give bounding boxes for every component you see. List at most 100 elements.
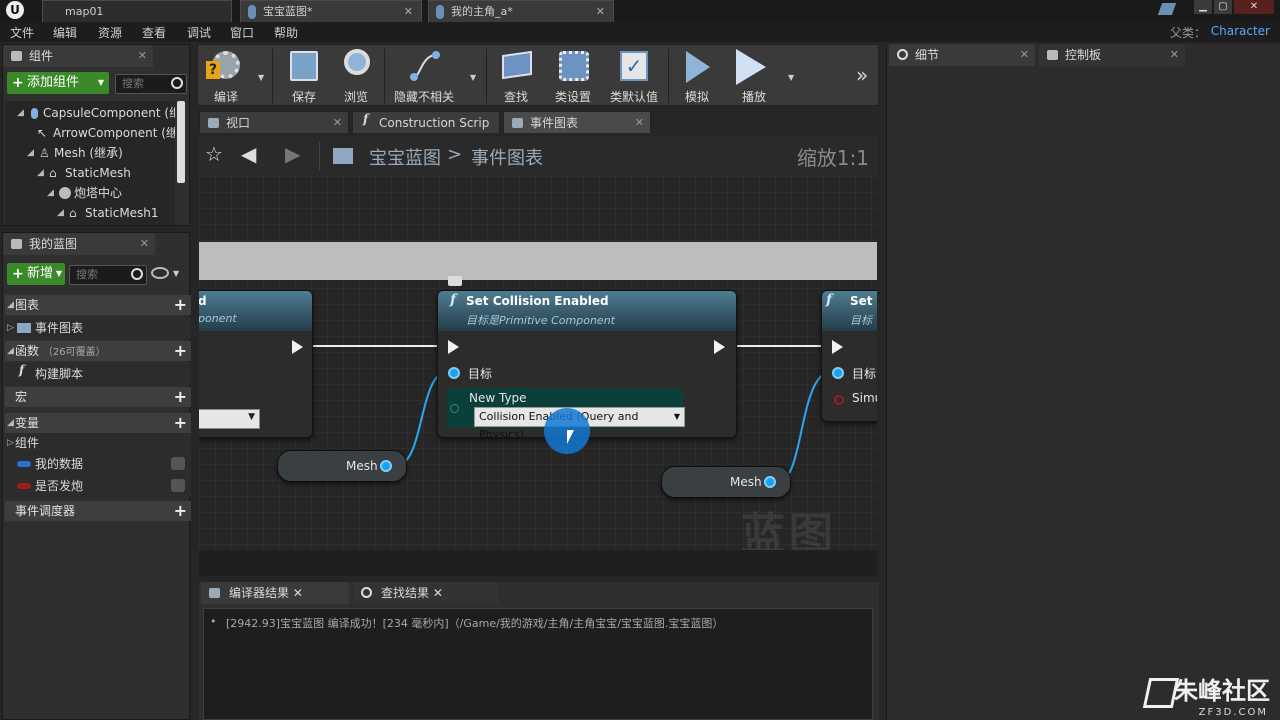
tab-my-hero[interactable]: 我的主角_a* ✕	[428, 0, 614, 22]
add-graph-plus-icon[interactable]: +	[174, 295, 187, 315]
close-icon[interactable]: ✕	[140, 233, 149, 255]
item-construction-script[interactable]: f 构建脚本	[5, 363, 191, 385]
scrollbar-thumb[interactable]	[177, 101, 185, 183]
close-icon[interactable]: ✕	[1170, 44, 1179, 66]
save-button[interactable]: 保存	[278, 45, 330, 105]
browse-button[interactable]: 浏览	[330, 45, 382, 105]
hide-unrelated-button[interactable]: 隐藏不相关	[386, 45, 462, 105]
section-macros[interactable]: 宏 +	[5, 387, 191, 407]
compile-button[interactable]: ? 编译	[200, 45, 252, 105]
tab-find-results[interactable]: 查找结果 ✕	[353, 582, 499, 604]
add-variable-plus-icon[interactable]: +	[174, 413, 187, 433]
maximize-icon[interactable]: ▢	[1214, 0, 1232, 14]
left-node-dropdown[interactable]: ▼	[199, 409, 260, 429]
tab-compiler-results[interactable]: 编译器结果 ✕	[201, 582, 349, 604]
close-icon[interactable]: ✕	[138, 45, 147, 67]
expand-icon[interactable]: ▷	[7, 317, 14, 339]
menu-help[interactable]: 帮助	[274, 24, 298, 41]
menu-edit[interactable]: 编辑	[53, 24, 77, 41]
my-blueprint-search-input[interactable]: 搜索	[69, 265, 147, 285]
close-icon[interactable]: ✕	[1020, 44, 1029, 66]
tab-details[interactable]: 细节 ✕	[889, 44, 1035, 66]
components-search-input[interactable]: 搜索	[115, 74, 187, 94]
tree-item-staticmesh[interactable]: ◢ ⌂ StaticMesh	[37, 163, 131, 183]
mesh-output-pin[interactable]	[380, 460, 392, 472]
item-var-fire[interactable]: 是否发炮	[5, 475, 191, 497]
mesh-getter-node-2[interactable]: Mesh	[661, 466, 791, 498]
tab-map01[interactable]: map01	[42, 0, 232, 22]
graph-canvas[interactable]: d ponent ▼ f Set Collision Enabled 目标是Pr…	[199, 176, 877, 576]
set-collision-enabled-node[interactable]: f Set Collision Enabled 目标是Primitive Com…	[437, 290, 737, 438]
exec-out-pin[interactable]	[714, 340, 725, 354]
close-icon[interactable]: ✕	[293, 586, 303, 600]
chevron-down-icon[interactable]: ▼	[788, 73, 794, 82]
class-settings-button[interactable]: 类设置	[546, 45, 600, 105]
close-icon[interactable]: ✕	[333, 112, 342, 134]
find-button[interactable]: 查找	[490, 45, 542, 105]
expand-icon[interactable]: ▷	[7, 433, 14, 453]
expand-icon[interactable]: ◢	[7, 341, 14, 361]
exec-in-pin[interactable]	[448, 340, 459, 354]
expand-icon[interactable]: ◢	[7, 295, 14, 315]
exec-out-pin[interactable]	[292, 340, 303, 354]
add-macro-plus-icon[interactable]: +	[174, 387, 187, 407]
section-graphs[interactable]: ◢ 图表 +	[5, 295, 191, 315]
close-icon[interactable]: ✕	[433, 586, 443, 600]
expand-icon[interactable]: ◢	[57, 203, 64, 223]
tree-item-capsule[interactable]: ◢ CapsuleComponent (继承	[17, 103, 175, 123]
chevron-down-icon[interactable]: ▼	[173, 269, 179, 278]
menu-file[interactable]: 文件	[10, 24, 34, 41]
expand-icon[interactable]: ◢	[17, 103, 24, 123]
close-icon[interactable]: ✕	[635, 112, 644, 134]
bool-pin[interactable]	[834, 395, 844, 405]
tab-construction-script[interactable]: f Construction Scrip	[352, 111, 500, 133]
comment-bubble-icon[interactable]	[448, 276, 462, 286]
tree-item-staticmesh1[interactable]: ◢ ⌂ StaticMesh1	[57, 203, 159, 223]
chevron-down-icon[interactable]: ▼	[258, 73, 264, 82]
section-functions[interactable]: ◢ 函数 （26可覆盖） +	[5, 341, 191, 361]
tab-event-graph[interactable]: 事件图表 ✕	[503, 111, 651, 133]
menu-view[interactable]: 查看	[142, 24, 166, 41]
menu-assets[interactable]: 资源	[98, 24, 122, 41]
add-component-button[interactable]: + 添加组件 ▼	[7, 72, 109, 94]
mesh-output-pin[interactable]	[764, 476, 776, 488]
exec-in-pin[interactable]	[832, 340, 843, 354]
forward-arrow-icon[interactable]: ▶	[285, 142, 300, 166]
tab-viewport[interactable]: 视口 ✕	[199, 111, 349, 133]
close-icon[interactable]: ✕	[404, 1, 413, 23]
right-function-node[interactable]: f Set S 目标 目标 Simu	[821, 290, 877, 422]
new-type-pin[interactable]	[450, 404, 459, 413]
class-defaults-button[interactable]: ✓ 类默认值	[602, 45, 666, 105]
visibility-eye-icon[interactable]	[171, 479, 185, 492]
item-event-graph[interactable]: ▷ 事件图表	[5, 317, 191, 339]
menu-debug[interactable]: 调试	[187, 24, 211, 41]
close-icon[interactable]: ✕	[596, 1, 605, 23]
new-button[interactable]: + 新增 ▼	[7, 263, 65, 285]
expand-icon[interactable]: ◢	[37, 163, 44, 183]
tree-item-arrow[interactable]: ↖ ArrowComponent (继承	[37, 123, 175, 143]
target-pin[interactable]	[832, 367, 844, 379]
play-button[interactable]: 播放	[728, 45, 780, 105]
item-var-mydata[interactable]: 我的数据	[5, 453, 191, 475]
item-components-category[interactable]: ▷ 组件	[5, 433, 191, 453]
chevron-down-icon[interactable]: ▼	[470, 73, 476, 82]
star-icon[interactable]: ☆	[205, 142, 223, 166]
menu-window[interactable]: 窗口	[230, 24, 254, 41]
eye-icon[interactable]	[151, 267, 169, 279]
tab-baobao-blueprint[interactable]: 宝宝蓝图* ✕	[240, 0, 422, 22]
add-function-plus-icon[interactable]: +	[174, 341, 187, 361]
tab-my-blueprint[interactable]: 我的蓝图 ✕	[3, 233, 155, 255]
close-window-icon[interactable]: ✕	[1234, 0, 1274, 14]
expand-icon[interactable]: ◢	[47, 183, 54, 203]
simulate-button[interactable]: 模拟	[672, 45, 722, 105]
section-event-dispatchers[interactable]: 事件调度器 +	[5, 501, 191, 521]
overflow-chevrons-icon[interactable]: »	[856, 63, 868, 87]
section-variables[interactable]: ◢ 变量 +	[5, 413, 191, 433]
breadcrumb-root[interactable]: 宝宝蓝图	[369, 144, 441, 170]
tree-item-turret-center[interactable]: ◢ 炮塔中心	[47, 183, 122, 203]
target-pin[interactable]	[448, 367, 460, 379]
expand-icon[interactable]: ◢	[7, 413, 14, 433]
tab-palette[interactable]: 控制板 ✕	[1039, 44, 1185, 66]
visibility-eye-icon[interactable]	[171, 457, 185, 470]
expand-icon[interactable]: ◢	[27, 143, 34, 163]
